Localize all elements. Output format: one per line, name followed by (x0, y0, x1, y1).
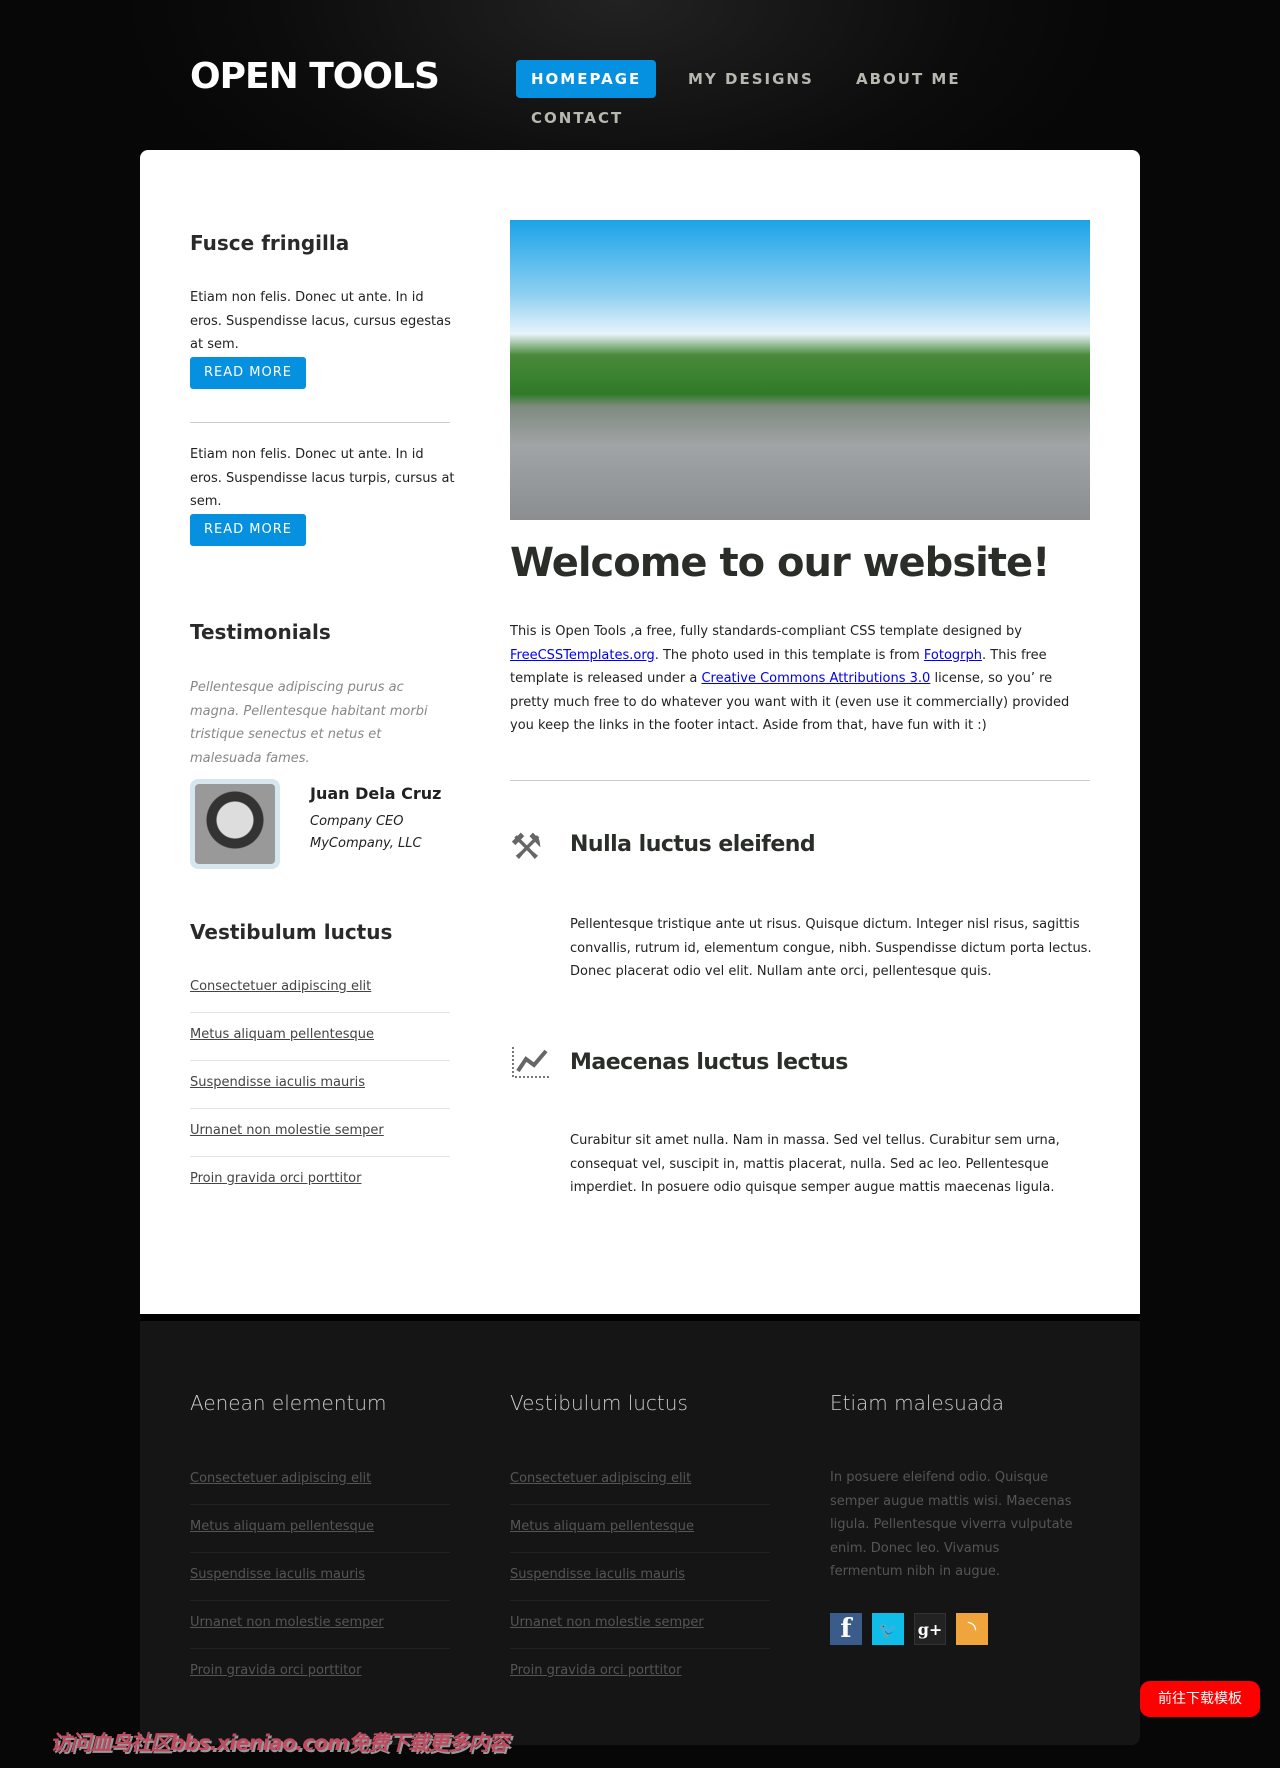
testimonial-company: MyCompany, LLC (310, 836, 422, 851)
sidebar-text: Etiam non felis. Donec ut ante. In id er… (190, 447, 455, 509)
footer-link[interactable]: Suspendisse iaculis mauris (190, 1567, 365, 1582)
footer-link[interactable]: Suspendisse iaculis mauris (510, 1567, 685, 1582)
tools-icon: ⚒ (510, 827, 543, 868)
feature-text: Pellentesque tristique ante ut risus. Qu… (570, 917, 1092, 979)
testimonial-name: Juan Dela Cruz (310, 784, 442, 803)
testimonials-title: Testimonials (190, 620, 331, 644)
sidebar-link[interactable]: Urnanet non molestie semper (190, 1123, 384, 1138)
watermark: 访问血鸟社区bbs.xieniao.com免费下载更多内容 (50, 1731, 509, 1755)
intro-text: This is Open Tools ,a free, fully standa… (510, 624, 1023, 639)
divider (510, 780, 1090, 781)
feature-title: Nulla luctus eleifend (570, 832, 816, 857)
footer-col2-links: Consectetuer adipiscing elit Metus aliqu… (510, 1467, 770, 1707)
footer-link[interactable]: Proin gravida orci porttitor (190, 1663, 361, 1678)
chart-icon (512, 1047, 550, 1078)
footer-link[interactable]: Metus aliquam pellentesque (190, 1519, 374, 1534)
testimonial-role: Company CEO (310, 814, 404, 829)
hero-image (510, 220, 1090, 520)
read-more-button[interactable]: READ MORE (190, 514, 306, 546)
twitter-icon[interactable]: 🐦 (872, 1613, 904, 1645)
sidebar-link-list: Consectetuer adipiscing elit Metus aliqu… (190, 975, 450, 1215)
feature-title: Maecenas luctus lectus (570, 1050, 848, 1075)
footer-text: In posuere eleifend odio. Quisque semper… (830, 1470, 1073, 1579)
intro-text: . The photo used in this template is fro… (654, 647, 924, 663)
social-icons: f 🐦 g+ ◝ (830, 1613, 988, 1645)
nav-homepage[interactable]: HOMEPAGE (516, 60, 657, 98)
fotogrph-link[interactable]: Fotogrph (924, 648, 982, 663)
nav-contact[interactable]: CONTACT (531, 109, 623, 127)
divider (190, 422, 450, 423)
footer-link[interactable]: Consectetuer adipiscing elit (190, 1471, 371, 1486)
intro-paragraph: This is Open Tools ,a free, fully standa… (510, 620, 1092, 738)
freecsstemplates-link[interactable]: FreeCSSTemplates.org (510, 648, 655, 663)
sidebar-text: Etiam non felis. Donec ut ante. In id er… (190, 290, 451, 352)
sidebar-box-title: Fusce fringilla (190, 231, 350, 255)
footer-link[interactable]: Urnanet non molestie semper (510, 1615, 704, 1630)
footer-col3-title: Etiam malesuada (830, 1391, 1005, 1415)
sidebar-link[interactable]: Consectetuer adipiscing elit (190, 979, 371, 994)
avatar (190, 779, 280, 869)
footer-col1-links: Consectetuer adipiscing elit Metus aliqu… (190, 1467, 450, 1707)
footer-col2-title: Vestibulum luctus (510, 1391, 688, 1415)
rss-icon[interactable]: ◝ (956, 1613, 988, 1645)
feature-text: Curabitur sit amet nulla. Nam in massa. … (570, 1133, 1060, 1195)
creative-commons-link[interactable]: Creative Commons Attributions 3.0 (701, 671, 930, 686)
page-title: Welcome to our website! (510, 540, 1050, 586)
sidebar-link[interactable]: Suspendisse iaculis mauris (190, 1075, 365, 1090)
footer-link[interactable]: Proin gravida orci porttitor (510, 1663, 681, 1678)
sidebar-link[interactable]: Proin gravida orci porttitor (190, 1171, 361, 1186)
footer-link[interactable]: Consectetuer adipiscing elit (510, 1471, 691, 1486)
read-more-button[interactable]: READ MORE (190, 357, 306, 389)
facebook-icon[interactable]: f (830, 1613, 862, 1645)
footer-link[interactable]: Urnanet non molestie semper (190, 1615, 384, 1630)
testimonial-quote: Pellentesque adipiscing purus ac magna. … (190, 680, 428, 766)
nav-about-me[interactable]: ABOUT ME (856, 70, 961, 88)
links-title: Vestibulum luctus (190, 920, 393, 944)
footer-col1-title: Aenean elementum (190, 1391, 387, 1415)
footer-link[interactable]: Metus aliquam pellentesque (510, 1519, 694, 1534)
nav-my-designs[interactable]: MY DESIGNS (688, 70, 814, 88)
site-logo[interactable]: OPEN TOOLS (190, 56, 440, 97)
download-template-button[interactable]: 前往下载模板 (1140, 1681, 1260, 1717)
google-plus-icon[interactable]: g+ (914, 1613, 946, 1645)
sidebar-link[interactable]: Metus aliquam pellentesque (190, 1027, 374, 1042)
